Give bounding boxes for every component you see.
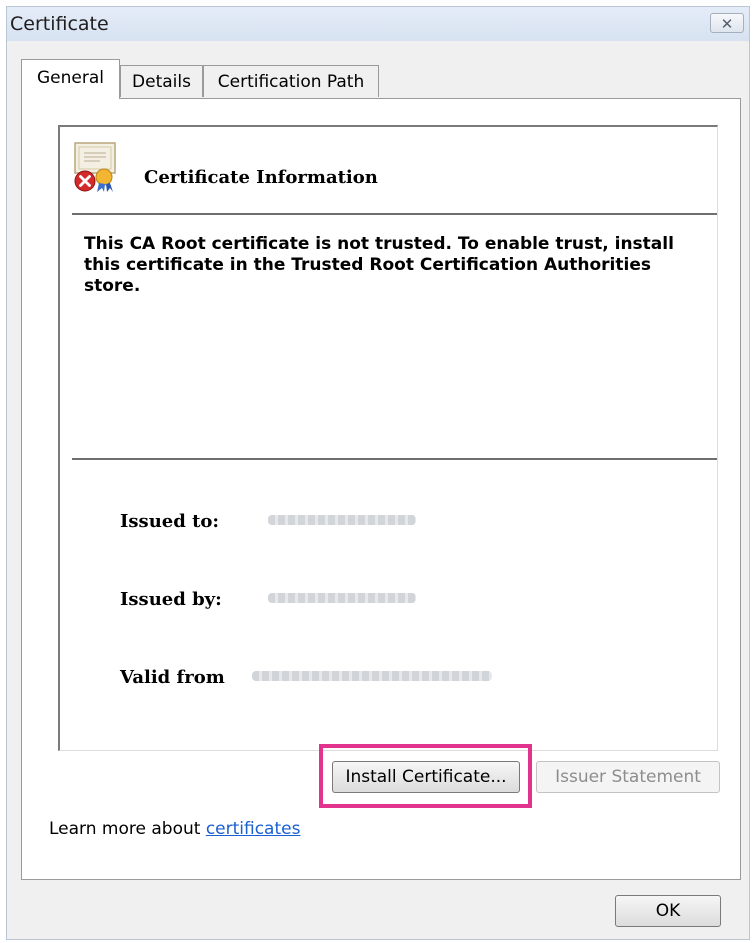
certificate-dialog: Certificate ✕ General Details Certificat… [6,6,750,940]
tab-label: Details [132,72,191,92]
close-button[interactable]: ✕ [710,13,744,33]
certificates-link[interactable]: certificates [206,819,301,839]
issuer-statement-button[interactable]: Issuer Statement [536,761,720,793]
divider [72,458,717,460]
ok-button[interactable]: OK [615,895,721,927]
tab-certification-path[interactable]: Certification Path [203,65,379,97]
learn-more-prefix: Learn more about [49,819,206,839]
certificate-error-icon [74,142,116,192]
issued-to-label: Issued to: [120,511,220,532]
tab-label: Certification Path [217,72,365,92]
divider [72,213,717,215]
info-heading: Certificate Information [144,167,378,188]
issued-by-label: Issued by: [120,589,222,610]
install-certificate-button[interactable]: Install Certificate... [332,761,520,793]
tab-label: General [37,68,104,88]
title-bar: Certificate ✕ [7,7,749,41]
issued-to-value-redacted [268,515,416,525]
valid-from-label: Valid from [120,667,225,688]
certificate-info-box: Certificate Information This CA Root cer… [58,125,718,751]
tab-details[interactable]: Details [120,65,203,97]
window-title: Certificate [10,13,109,35]
tab-general[interactable]: General [21,59,120,99]
trust-warning-text: This CA Root certificate is not trusted.… [84,234,674,296]
issued-by-value-redacted [268,593,416,603]
close-icon: ✕ [720,15,734,33]
valid-dates-redacted [252,671,492,681]
learn-more-text: Learn more about certificates [49,819,300,839]
